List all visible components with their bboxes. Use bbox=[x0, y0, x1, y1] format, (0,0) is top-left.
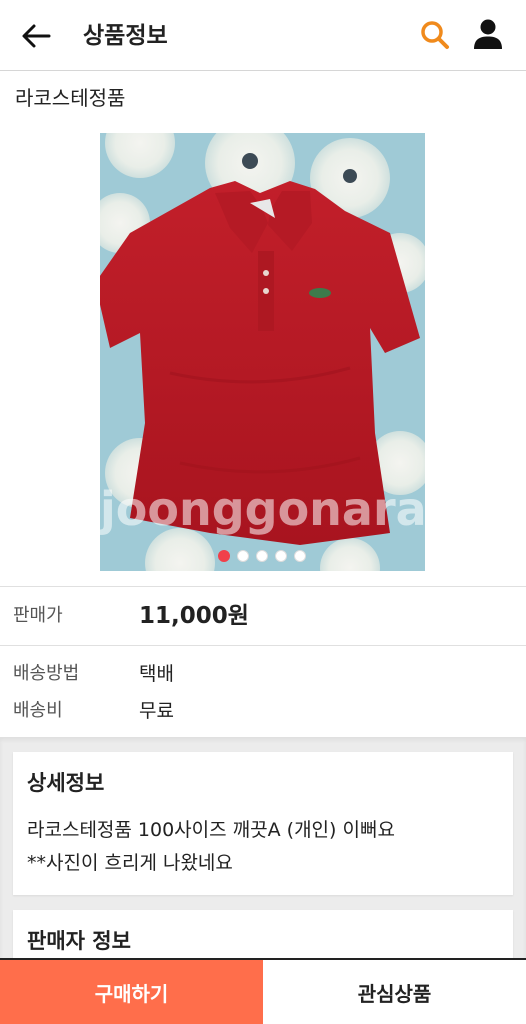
product-name: 라코스테정품 bbox=[15, 86, 126, 110]
watermark-text: joonggonara bbox=[100, 482, 425, 536]
carousel-dot[interactable] bbox=[218, 550, 230, 562]
carousel-dot[interactable] bbox=[237, 550, 249, 562]
divider bbox=[0, 586, 526, 587]
user-icon bbox=[474, 19, 502, 49]
carousel-dot[interactable] bbox=[294, 550, 306, 562]
price-label: 판매가 bbox=[13, 605, 63, 626]
next-image-button[interactable] bbox=[452, 333, 476, 373]
chevron-right-icon bbox=[457, 336, 472, 370]
buy-button[interactable]: 구매하기 bbox=[0, 960, 263, 1024]
shirt-photo-image: joonggonara bbox=[100, 133, 425, 571]
detail-card: 상세정보 라코스테정품 100사이즈 깨끗A (개인) 이뻐요 **사진이 흐리… bbox=[13, 752, 513, 895]
search-icon bbox=[421, 21, 449, 49]
prev-image-button[interactable] bbox=[48, 333, 72, 373]
shipping-method-label: 배송방법 bbox=[13, 663, 80, 684]
details-section: 상세정보 라코스테정품 100사이즈 깨끗A (개인) 이뻐요 **사진이 흐리… bbox=[0, 737, 526, 990]
arrow-left-icon bbox=[22, 24, 51, 48]
page-title: 상품정보 bbox=[83, 23, 168, 49]
shipping-method-value: 택배 bbox=[139, 663, 174, 685]
back-button[interactable] bbox=[18, 18, 54, 54]
seller-title: 판매자 정보 bbox=[27, 929, 131, 953]
detail-text-line: 라코스테정품 100사이즈 깨끗A (개인) 이뻐요 bbox=[27, 819, 395, 841]
detail-text-line: **사진이 흐리게 나왔네요 bbox=[27, 852, 233, 874]
carousel-dot[interactable] bbox=[256, 550, 268, 562]
bottom-action-bar: 구매하기 관심상품 bbox=[0, 958, 526, 1024]
search-button[interactable] bbox=[418, 18, 452, 52]
my-page-button[interactable] bbox=[470, 16, 506, 52]
price-value: 11,000원 bbox=[139, 603, 249, 629]
carousel-indicator bbox=[218, 550, 306, 562]
divider bbox=[0, 645, 526, 646]
chevron-left-icon bbox=[52, 336, 67, 370]
image-carousel[interactable]: joonggonara bbox=[0, 133, 526, 573]
shipping-fee-label: 배송비 bbox=[13, 700, 63, 721]
detail-title: 상세정보 bbox=[27, 771, 105, 795]
top-app-bar: 상품정보 bbox=[0, 0, 526, 71]
product-photo[interactable]: joonggonara bbox=[100, 133, 425, 571]
shipping-fee-value: 무료 bbox=[139, 700, 174, 722]
product-detail-screen: 상품정보 라코스테정품 joonggonara 판매가 11,000원 배송방법… bbox=[0, 0, 526, 1024]
wishlist-button[interactable]: 관심상품 bbox=[263, 960, 526, 1024]
carousel-dot[interactable] bbox=[275, 550, 287, 562]
